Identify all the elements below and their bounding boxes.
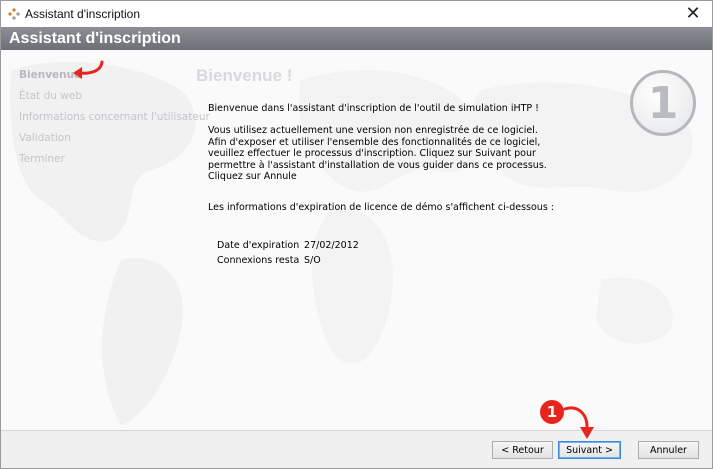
license-info-table: Date d'expiration 27/02/2012 Connexions … [217, 238, 359, 268]
wizard-header-title: Assistant d'inscription [9, 30, 181, 47]
window-titlebar[interactable]: Assistant d'inscription ✕ [1, 1, 712, 27]
wizard-content: Bienvenue État du web Informations conce… [1, 50, 712, 430]
info-row-expiration: Date d'expiration 27/02/2012 [217, 238, 359, 253]
sidebar-item-etat-du-web: État du web [19, 90, 83, 102]
info-row-connexions: Connexions resta S/O [217, 253, 359, 268]
sidebar-item-informations-utilisateur: Informations concernant l'utilisateur [19, 111, 210, 123]
wizard-footer: < Retour Suivant > Annuler [1, 430, 712, 468]
step-number-badge: 1 [630, 70, 696, 136]
wizard-header: Assistant d'inscription [1, 27, 712, 50]
next-button[interactable]: Suivant > [558, 441, 621, 459]
cancel-button[interactable]: Annuler [638, 441, 699, 459]
sidebar-item-terminer: Terminer [19, 153, 65, 165]
license-info-paragraph: Les informations d'expiration de licence… [208, 202, 554, 213]
step-number: 1 [647, 78, 679, 129]
annotation-step-badge: 1 [540, 400, 564, 424]
close-icon[interactable]: ✕ [682, 3, 704, 25]
info-label: Date d'expiration [217, 240, 300, 251]
annotation-arrow-icon [73, 60, 104, 79]
info-value: S/O [304, 255, 321, 266]
welcome-paragraph: Bienvenue dans l'assistant d'inscription… [208, 103, 539, 114]
page-title: Bienvenue ! [196, 66, 293, 85]
app-logo-icon [8, 8, 20, 20]
back-button[interactable]: < Retour [492, 441, 553, 459]
annotation-arrow-down-icon [563, 406, 594, 439]
window-title: Assistant d'inscription [25, 7, 141, 21]
wizard-window: Assistant d'inscription ✕ Assistant d'in… [0, 0, 713, 469]
instructions-paragraph: Vous utilisez actuellement une version n… [208, 125, 547, 182]
info-value: 27/02/2012 [304, 240, 359, 251]
info-label: Connexions resta [217, 255, 300, 266]
sidebar-item-validation: Validation [19, 132, 71, 144]
